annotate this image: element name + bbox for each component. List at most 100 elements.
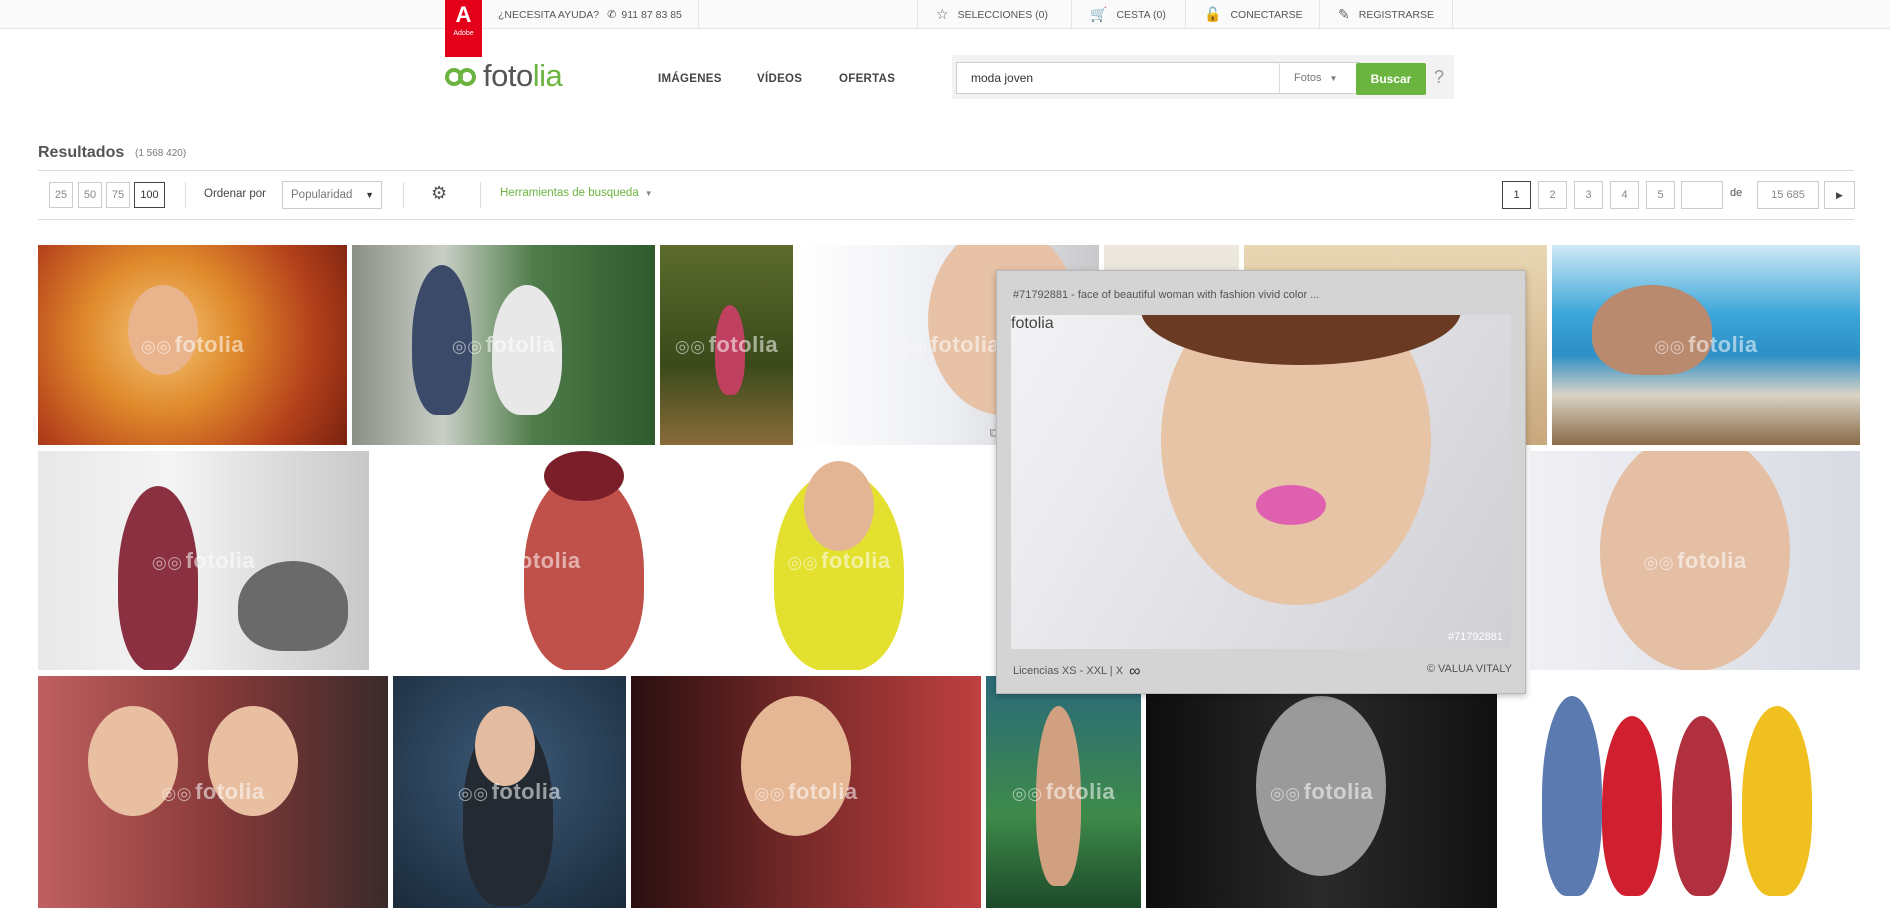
search-tools-dropdown[interactable]: Herramientas de busqueda ▼ [500, 187, 653, 199]
subject-figure [1036, 706, 1081, 886]
conectarse-label: CONECTARSE [1230, 8, 1303, 21]
divider [185, 182, 186, 208]
selecciones-label: SELECCIONES (0) [957, 8, 1049, 21]
edit-icon: ✎ [1338, 6, 1350, 22]
page-number-input[interactable] [1681, 181, 1723, 209]
page-4[interactable]: 4 [1610, 181, 1639, 209]
divider [480, 182, 481, 208]
subject-face [88, 706, 178, 816]
subject-figure [412, 265, 472, 415]
search-button[interactable]: Buscar [1356, 63, 1426, 95]
result-image[interactable]: fotolia [38, 451, 369, 670]
result-image[interactable]: fotolia [1530, 451, 1860, 670]
page-3[interactable]: 3 [1574, 181, 1603, 209]
sort-select[interactable]: Popularidad ▼ [282, 181, 382, 209]
preview-title: #71792881 - face of beautiful woman with… [1013, 289, 1320, 301]
subject-face [475, 706, 535, 786]
subject-figure [715, 305, 745, 395]
result-image[interactable]: fotolia [986, 676, 1141, 908]
result-image[interactable]: fotolia [631, 676, 981, 908]
subject-figure [1672, 716, 1732, 896]
result-image[interactable]: fotolia [38, 245, 347, 445]
results-count: (1 568 420) [135, 148, 187, 159]
result-image[interactable]: fotolia [352, 245, 655, 445]
per-page-100[interactable]: 100 [134, 182, 165, 208]
result-image[interactable]: fotolia [1552, 245, 1860, 445]
subject-figure [1542, 696, 1602, 896]
preview-image-id: #71792881 [1447, 631, 1503, 643]
nav-ofertas[interactable]: OFERTAS [839, 73, 895, 85]
search-type-select[interactable]: Fotos ▼ [1279, 62, 1360, 94]
page-1[interactable]: 1 [1502, 181, 1531, 209]
results-title: Resultados [38, 144, 125, 161]
adobe-mark-icon: A [455, 2, 472, 27]
subject-face [1256, 696, 1386, 876]
infinity-icon: ∞ [1129, 663, 1141, 680]
image-preview-popup[interactable]: #71792881 - face of beautiful woman with… [996, 270, 1526, 694]
result-image[interactable]: fotolia [1146, 676, 1497, 908]
help-contact[interactable]: ¿NECESITA AYUDA? ✆ 911 87 83 85 [482, 0, 699, 29]
per-page-25[interactable]: 25 [49, 182, 73, 208]
of-label: de [1730, 187, 1743, 199]
search-help-icon[interactable]: ? [1434, 67, 1444, 88]
subject-figure [1742, 706, 1812, 896]
sort-label: Ordenar por [204, 188, 267, 200]
search-type-value: Fotos [1294, 72, 1322, 84]
chevron-down-icon: ▼ [644, 189, 653, 198]
subject-face [128, 285, 198, 375]
phone-icon: ✆ [607, 9, 617, 21]
subject-hat [544, 451, 624, 501]
next-page-button[interactable]: ▶ [1824, 181, 1855, 209]
subject-figure [1602, 716, 1662, 896]
subject-figure [492, 285, 562, 415]
adobe-logo[interactable]: A Adobe [445, 0, 482, 57]
search-tools-label: Herramientas de busqueda [500, 187, 639, 199]
logo-wordmark: fotolia [483, 58, 563, 93]
sort-value: Popularidad [291, 189, 353, 201]
search-bar: moda joven Fotos ▼ Buscar ? [952, 55, 1454, 99]
registrarse-label: REGISTRARSE [1358, 8, 1434, 21]
fotolia-rings-icon [445, 66, 481, 86]
cesta-link[interactable]: 🛒 CESTA (0) [1071, 0, 1184, 29]
per-page-50[interactable]: 50 [78, 182, 102, 208]
preview-license: Licencias XS - XXL | X ∞ [1013, 663, 1140, 681]
chevron-down-icon: ▼ [1329, 74, 1338, 83]
total-pages: 15 685 [1757, 181, 1819, 209]
preview-license-text: Licencias XS - XXL | X [1013, 665, 1124, 677]
preview-author: © VALUA VITALY [1426, 663, 1512, 675]
cart-icon: 🛒 [1090, 6, 1108, 22]
subject-face [1600, 451, 1790, 670]
divider [38, 219, 1854, 220]
selecciones-link[interactable]: ☆ SELECCIONES (0) [917, 0, 1066, 29]
result-image[interactable] [1502, 676, 1860, 908]
chevron-down-icon: ▼ [365, 190, 374, 200]
result-image[interactable]: fotolia [393, 676, 626, 908]
registrarse-link[interactable]: ✎ REGISTRARSE [1319, 0, 1453, 29]
page-2[interactable]: 2 [1538, 181, 1567, 209]
gear-icon[interactable]: ⚙ [431, 183, 447, 204]
star-icon: ☆ [936, 6, 949, 22]
page-5[interactable]: 5 [1646, 181, 1675, 209]
per-page-75[interactable]: 75 [106, 182, 130, 208]
adobe-label: Adobe [453, 30, 474, 37]
cesta-label: CESTA (0) [1116, 8, 1166, 21]
fotolia-logo[interactable]: fotolia [445, 58, 563, 94]
divider [403, 182, 404, 208]
subject-face [208, 706, 298, 816]
lock-icon: 🔓 [1204, 6, 1222, 22]
result-image[interactable]: fotolia fotolia [374, 451, 994, 670]
result-image[interactable]: fotolia [38, 676, 388, 908]
subject-lips [1256, 485, 1326, 525]
help-text: ¿NECESITA AYUDA? [498, 8, 600, 21]
subject-figure [118, 486, 198, 670]
subject-face [804, 461, 874, 551]
result-image[interactable]: fotolia [660, 245, 793, 445]
subject-figure [238, 561, 348, 651]
conectarse-link[interactable]: 🔓 CONECTARSE [1185, 0, 1321, 29]
results-toolbar: 25 50 75 100 Ordenar por Popularidad ▼ ⚙… [0, 170, 1890, 219]
nav-videos[interactable]: VÍDEOS [757, 73, 802, 85]
subject-figure [1592, 285, 1712, 375]
help-phone: 911 87 83 85 [621, 8, 682, 21]
nav-imagenes[interactable]: IMÁGENES [658, 73, 722, 85]
preview-image[interactable]: fotolia #71792881 [1011, 315, 1511, 649]
